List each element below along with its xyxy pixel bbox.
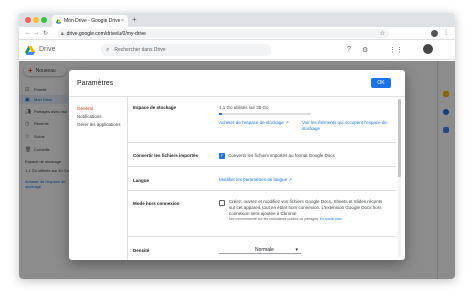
storage-section: Espace de stockage 1,1 Go utilisés sur 3…	[128, 97, 396, 143]
storage-section-label: Espace de stockage	[133, 105, 177, 110]
offline-section: Mode hors connexion Créez, ouvrez et mod…	[128, 191, 396, 237]
back-icon[interactable]: ←	[23, 30, 32, 36]
drive-favicon-icon	[56, 18, 61, 24]
settings-body: Espace de stockage 1,1 Go utilisés sur 3…	[128, 97, 396, 260]
bookmark-star-icon[interactable]: ☆	[380, 30, 385, 37]
drive-search-input[interactable]: ⌕ Rechercher dans Drive	[101, 44, 271, 56]
dialog-title: Paramètres	[77, 80, 114, 87]
profile-avatar[interactable]	[431, 30, 438, 37]
drive-header: Drive ⌕ Rechercher dans Drive ? ⚙ ⋮⋮	[19, 40, 455, 60]
language-section: Langue Modifier les paramètres de langue…	[128, 167, 396, 191]
density-value: Normale	[255, 246, 274, 253]
account-avatar[interactable]	[423, 44, 433, 54]
storage-progress-bar	[219, 113, 311, 115]
buy-storage-link[interactable]: Acheter de l'espace de stockage ↗	[219, 120, 295, 132]
lock-icon: 🔒︎	[61, 30, 64, 37]
settings-gear-icon[interactable]: ⚙	[362, 46, 368, 54]
convert-section: Convertir les fichiers importés ✓ Conver…	[128, 143, 396, 167]
url-text: drive.google.com/drive/u/0/my-drive	[66, 30, 146, 37]
search-placeholder: Rechercher dans Drive	[114, 47, 166, 53]
help-icon[interactable]: ?	[347, 46, 351, 53]
drive-logo-icon	[25, 46, 35, 55]
offline-checkbox[interactable]	[219, 200, 225, 206]
offline-section-label: Mode hors connexion	[133, 201, 180, 206]
tab-title: Mon Drive - Google Drive	[64, 18, 121, 24]
apps-grid-icon[interactable]: ⋮⋮	[389, 46, 403, 54]
offline-description: Créez, ouvrez et modifiez vos fichiers G…	[229, 199, 383, 216]
browser-toolbar: ← → ↻ 🔒︎ drive.google.com/drive/u/0/my-d…	[19, 27, 455, 40]
view-storage-items-link[interactable]: Voir les éléments qui occupent l'espace …	[302, 120, 394, 132]
learn-more-link[interactable]: En savoir plus	[320, 217, 342, 221]
chevron-down-icon: ▾	[295, 246, 298, 253]
dialog-scrollbar[interactable]	[398, 99, 401, 257]
language-section-label: Langue	[133, 178, 150, 183]
search-icon: ⌕	[106, 46, 110, 53]
new-tab-button[interactable]: +	[132, 15, 137, 25]
scrollbar-thumb[interactable]	[398, 99, 401, 177]
reload-icon[interactable]: ↻	[41, 30, 50, 37]
change-language-link[interactable]: Modifier les paramètres de langue ↗	[219, 177, 394, 183]
nav-manage-apps[interactable]: Gérer les applications	[77, 121, 129, 129]
storage-progress-fill	[219, 113, 223, 115]
close-tab-icon[interactable]: ×	[121, 18, 124, 24]
browser-menu-icon[interactable]: ⋮	[443, 29, 449, 36]
convert-option-text: Convertir les fichiers importés au forma…	[228, 153, 335, 158]
address-bar[interactable]: 🔒︎ drive.google.com/drive/u/0/my-drive ☆	[57, 29, 389, 38]
storage-links: Acheter de l'espace de stockage ↗ Voir l…	[219, 120, 394, 132]
offline-note: Non recommandé sur les ordinateurs publi…	[229, 217, 389, 222]
drive-app-name: Drive	[39, 46, 56, 53]
maximize-window-button[interactable]	[41, 17, 47, 23]
density-section: Densité Normale ▾	[128, 237, 396, 260]
dialog-header: Paramètres OK	[69, 70, 405, 97]
offline-content: Créez, ouvrez et modifiez vos fichiers G…	[229, 199, 389, 222]
forward-icon[interactable]: →	[32, 30, 41, 36]
nav-general[interactable]: Général	[77, 105, 129, 113]
nav-notifications[interactable]: Notifications	[77, 113, 129, 121]
storage-section-content: 1,1 Go utilisés sur 30 Go Acheter de l'e…	[219, 105, 394, 132]
settings-dialog: Paramètres OK Général Notifications Gére…	[69, 70, 405, 260]
settings-nav: Général Notifications Gérer les applicat…	[77, 105, 129, 129]
convert-checkbox[interactable]: ✓	[219, 153, 225, 159]
offline-note-text: Non recommandé sur les ordinateurs publi…	[229, 217, 319, 221]
tab-bar: Mon Drive - Google Drive × +	[19, 13, 455, 27]
minimize-window-button[interactable]	[33, 17, 39, 23]
ok-button[interactable]: OK	[371, 78, 391, 88]
density-select[interactable]: Normale ▾	[219, 246, 301, 254]
tab-drive[interactable]: Mon Drive - Google Drive ×	[52, 15, 128, 27]
density-section-label: Densité	[133, 248, 150, 253]
storage-used-text: 1,1 Go utilisés sur 30 Go	[219, 105, 269, 110]
close-window-button[interactable]	[25, 17, 31, 23]
convert-section-label: Convertir les fichiers importés	[133, 153, 199, 158]
